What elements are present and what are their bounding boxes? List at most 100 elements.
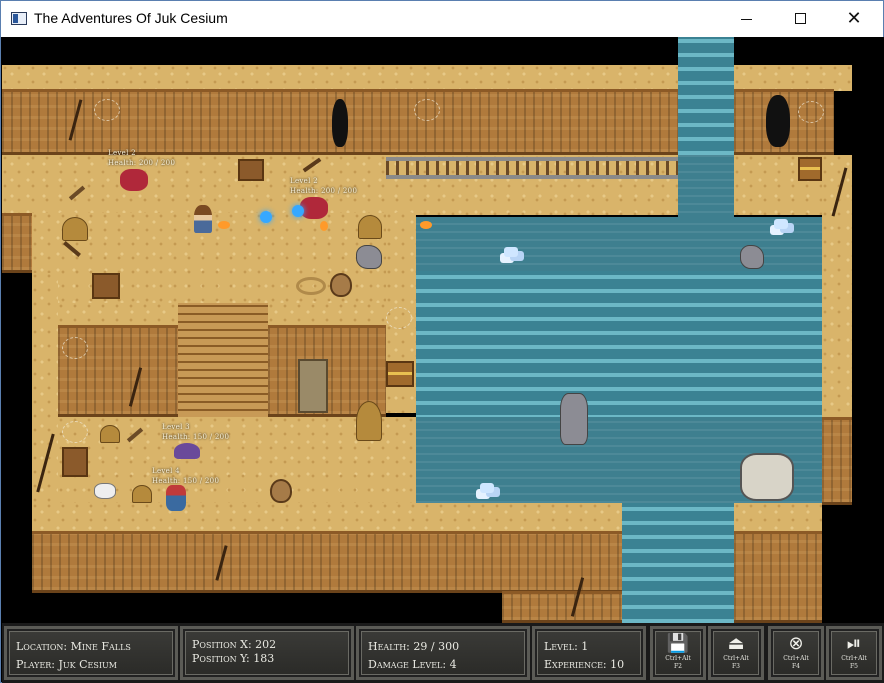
stalagmite-rock	[560, 393, 588, 445]
save-shortcut-mod: Ctrl+Alt	[665, 655, 691, 662]
sand-ledge-bottom-right	[734, 503, 822, 533]
close-button[interactable]: ✕	[831, 1, 877, 37]
position-x-text: Position X: 202	[192, 638, 277, 651]
fireball-projectile	[420, 221, 432, 229]
player-character	[194, 205, 212, 233]
load-icon: ⏏	[727, 633, 745, 654]
enemy-goblin[interactable]	[166, 485, 186, 511]
fireball-projectile	[218, 221, 230, 229]
enemy2-level-label: Level 2	[290, 177, 318, 185]
level-text: Level: 1	[544, 640, 589, 653]
location-panel: Location: Mine Falls Player: Juk Cesium	[4, 626, 178, 680]
ore-pile[interactable]	[358, 215, 382, 239]
goblin-level-label: Level 4	[152, 467, 180, 475]
play-pause-shortcut-mod: Ctrl+Alt	[841, 655, 867, 662]
stone-stairs	[178, 303, 268, 417]
clay-pot[interactable]	[330, 273, 352, 297]
crystal-cluster[interactable]	[480, 483, 494, 493]
cliff-wall-bottom-right	[734, 531, 822, 623]
position-y-text: Position Y: 183	[192, 652, 275, 665]
goblin-health-label: Health: 150 / 200	[152, 477, 220, 485]
cliff-wall-right	[822, 417, 852, 505]
damage-level-text: Damage Level: 4	[368, 658, 457, 671]
save-icon: 💾	[666, 633, 690, 654]
rail-track	[386, 157, 678, 179]
level-panel: Level: 1 Experience: 10	[532, 626, 646, 680]
crystal-cluster[interactable]	[504, 247, 518, 257]
load-shortcut-key: F3	[732, 663, 740, 670]
waterfall-bottom	[622, 503, 734, 623]
play-pause-icon: ⏯	[846, 633, 862, 654]
load-button[interactable]: ⏏ Ctrl+Alt F3	[708, 626, 764, 680]
player-name-text: Player: Juk Cesium	[16, 658, 117, 671]
spider-web	[414, 99, 440, 121]
sand-ledge-top	[2, 65, 678, 91]
status-hud: Location: Mine Falls Player: Juk Cesium …	[2, 623, 884, 683]
spider-web	[94, 99, 120, 121]
stalagmite-ore	[356, 401, 382, 441]
cave-entrance	[766, 95, 790, 147]
cave-crack-hole	[332, 99, 348, 147]
cliff-left-stub	[2, 213, 32, 273]
title-bar[interactable]: The Adventures Of Juk Cesium ✕	[1, 1, 883, 37]
dragon-skeleton	[740, 453, 794, 501]
quit-shortcut-key: F4	[792, 663, 800, 670]
sand-ledge-top-right	[734, 65, 852, 91]
maximize-icon	[795, 13, 806, 24]
play-pause-button[interactable]: ⏯ Ctrl+Alt F5	[826, 626, 882, 680]
clay-pot[interactable]	[270, 479, 292, 503]
sand-ledge-bottom	[32, 503, 622, 533]
load-shortcut-mod: Ctrl+Alt	[723, 655, 749, 662]
save-button[interactable]: 💾 Ctrl+Alt F2	[650, 626, 706, 680]
minimize-icon	[741, 19, 752, 20]
health-text: Health: 29 / 300	[368, 640, 460, 653]
ore-pile[interactable]	[62, 217, 88, 241]
enemy1-level-label: Level 2	[108, 149, 136, 157]
maximize-button[interactable]	[777, 1, 823, 37]
magic-orb	[260, 211, 272, 223]
enemy-crab-2[interactable]	[300, 197, 328, 219]
play-pause-shortcut-key: F5	[850, 663, 858, 670]
quit-shortcut-mod: Ctrl+Alt	[783, 655, 809, 662]
enemy-bat[interactable]	[174, 443, 200, 459]
ore-pile[interactable]	[132, 485, 152, 503]
carved-statues	[298, 359, 328, 413]
ore-pile[interactable]	[100, 425, 120, 443]
spider-web	[62, 421, 88, 443]
tombstone	[356, 245, 382, 269]
app-icon	[11, 12, 27, 25]
bat-level-label: Level 3	[162, 423, 190, 431]
quit-icon: ⊗	[788, 633, 804, 654]
treasure-chest[interactable]	[386, 361, 414, 387]
game-map[interactable]: Level 2 Health: 200 / 200 Level 2 Health…	[2, 37, 884, 623]
spider-web	[62, 337, 88, 359]
fireball-projectile	[320, 221, 328, 231]
enemy1-health-label: Health: 200 / 200	[108, 159, 176, 167]
magic-orb	[292, 205, 304, 217]
ore-cart[interactable]	[238, 159, 264, 181]
wooden-frame	[62, 447, 88, 477]
cliff-wall-bottom-step	[502, 591, 622, 623]
crystal-cluster[interactable]	[774, 219, 788, 229]
minimize-button[interactable]	[723, 1, 769, 37]
river-channel	[678, 155, 734, 221]
location-text: Location: Mine Falls	[16, 640, 131, 653]
rock-in-water	[740, 245, 764, 269]
spider-web	[386, 307, 412, 329]
enemy2-health-label: Health: 200 / 200	[290, 187, 358, 195]
skull-bones	[94, 483, 116, 499]
cliff-wall-bottom	[32, 531, 622, 593]
window-title: The Adventures Of Juk Cesium	[34, 10, 228, 26]
wooden-crate[interactable]	[92, 273, 120, 299]
waterfall-top	[678, 37, 734, 155]
save-shortcut-key: F2	[674, 663, 682, 670]
sand-left-strip	[32, 273, 58, 519]
bat-health-label: Health: 150 / 200	[162, 433, 230, 441]
game-window: The Adventures Of Juk Cesium ✕ Level 2 H…	[0, 0, 884, 683]
rope-coil[interactable]	[296, 277, 326, 295]
close-icon: ✕	[846, 8, 862, 29]
spider-web	[798, 101, 824, 123]
treasure-chest[interactable]	[798, 157, 822, 181]
quit-button[interactable]: ⊗ Ctrl+Alt F4	[768, 626, 824, 680]
enemy-crab-1[interactable]	[120, 169, 148, 191]
